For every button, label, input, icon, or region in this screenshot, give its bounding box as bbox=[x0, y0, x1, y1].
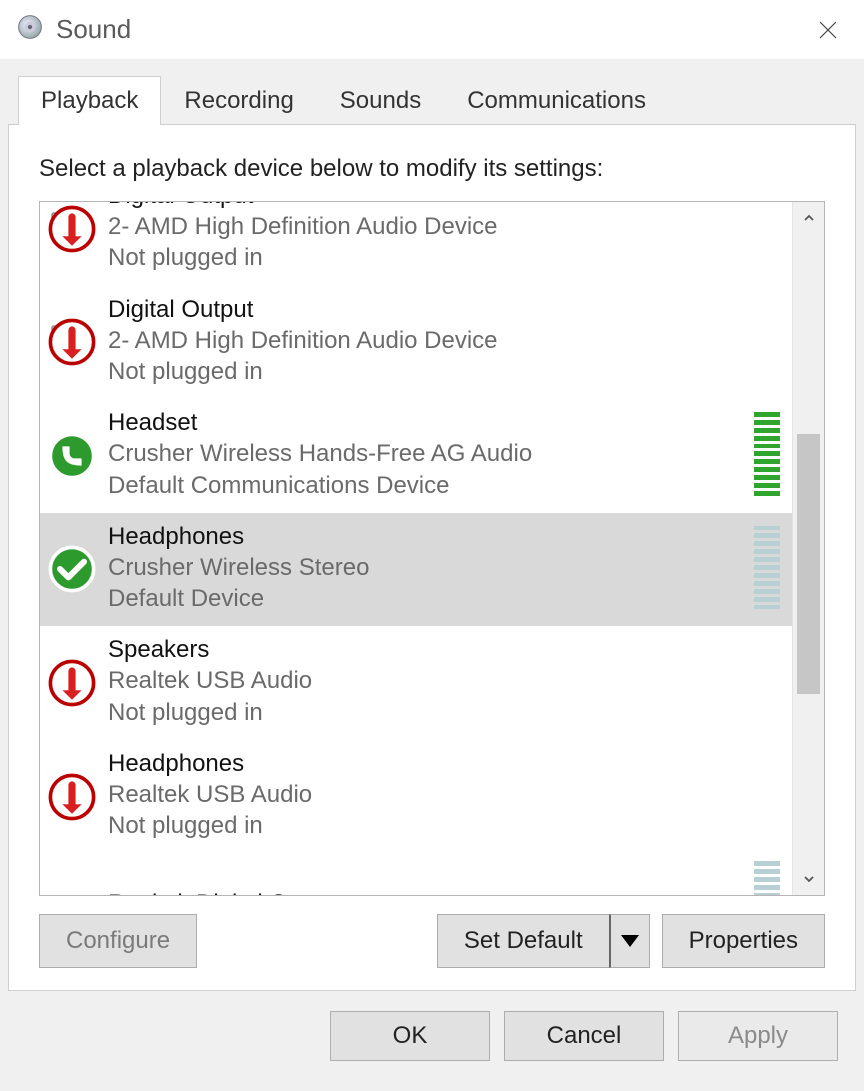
device-listbox: Digital Output 2- AMD High Definition Au… bbox=[39, 201, 825, 896]
instruction-text: Select a playback device below to modify… bbox=[39, 155, 825, 183]
button-label: Configure bbox=[66, 927, 170, 954]
action-row: Configure Set Default Properties bbox=[39, 914, 825, 968]
device-item[interactable]: Digital Output 2- AMD High Definition Au… bbox=[40, 286, 792, 400]
tab-recording[interactable]: Recording bbox=[161, 76, 316, 125]
device-name: Headset bbox=[108, 407, 740, 438]
device-subtitle: Crusher Wireless Hands-Free AG Audio bbox=[108, 438, 740, 469]
level-meter bbox=[754, 412, 780, 496]
status-badge-icon bbox=[48, 205, 96, 253]
device-status: Not plugged in bbox=[108, 242, 782, 273]
tab-sounds[interactable]: Sounds bbox=[317, 76, 444, 125]
level-meter bbox=[754, 525, 780, 609]
tab-communications[interactable]: Communications bbox=[444, 76, 669, 125]
device-subtitle: 2- AMD High Definition Audio Device bbox=[108, 325, 782, 356]
status-badge-icon bbox=[48, 318, 96, 366]
configure-button[interactable]: Configure bbox=[39, 914, 197, 968]
button-group-right: Set Default Properties bbox=[437, 914, 825, 968]
device-name: Digital Output bbox=[108, 202, 782, 211]
status-badge-icon bbox=[48, 659, 96, 707]
device-subtitle: Realtek USB Audio bbox=[108, 665, 782, 696]
device-subtitle: Crusher Wireless Stereo bbox=[108, 552, 740, 583]
headphones-grey-icon bbox=[46, 771, 94, 819]
device-text: Speakers Realtek USB Audio Not plugged i… bbox=[108, 634, 782, 728]
scrollbar[interactable] bbox=[792, 202, 824, 895]
device-name: Digital Output bbox=[108, 294, 782, 325]
level-meter bbox=[754, 861, 780, 895]
speaker-icon bbox=[46, 657, 94, 705]
scroll-thumb[interactable] bbox=[797, 434, 820, 694]
headset-icon bbox=[46, 430, 94, 478]
tab-label: Playback bbox=[41, 87, 138, 114]
tab-strip: Playback Recording Sounds Communications bbox=[8, 70, 856, 124]
chevron-down-icon bbox=[621, 935, 639, 947]
device-item[interactable]: Speakers Realtek USB Audio Not plugged i… bbox=[40, 626, 792, 740]
device-item[interactable]: Realtek Digital Output bbox=[40, 853, 792, 895]
window-title: Sound bbox=[56, 14, 131, 45]
device-text: Digital Output 2- AMD High Definition Au… bbox=[108, 294, 782, 388]
device-text: Headphones Crusher Wireless Stereo Defau… bbox=[108, 521, 740, 615]
device-status: Not plugged in bbox=[108, 697, 782, 728]
set-default-button[interactable]: Set Default bbox=[437, 914, 609, 968]
monitor-icon bbox=[46, 316, 94, 364]
tab-label: Sounds bbox=[340, 87, 421, 114]
scroll-track[interactable] bbox=[793, 234, 824, 863]
device-status: Not plugged in bbox=[108, 810, 782, 841]
device-item[interactable]: Digital Output 2- AMD High Definition Au… bbox=[40, 202, 792, 286]
titlebar: Sound bbox=[0, 0, 864, 60]
tab-label: Recording bbox=[184, 87, 293, 114]
scroll-up-button[interactable] bbox=[793, 202, 825, 234]
device-name: Speakers bbox=[108, 634, 782, 665]
device-subtitle: Realtek USB Audio bbox=[108, 779, 782, 810]
device-name: Headphones bbox=[108, 521, 740, 552]
set-default-split-button: Set Default bbox=[437, 914, 650, 968]
sound-dialog: Sound Playback Recording Sounds Communic… bbox=[0, 0, 864, 1091]
dialog-footer: OK Cancel Apply bbox=[8, 991, 856, 1081]
device-item[interactable]: Headset Crusher Wireless Hands-Free AG A… bbox=[40, 399, 792, 513]
outer-panel: Playback Recording Sounds Communications… bbox=[0, 60, 864, 1091]
device-text: Digital Output 2- AMD High Definition Au… bbox=[108, 202, 782, 274]
close-button[interactable] bbox=[808, 10, 848, 50]
device-status: Default Communications Device bbox=[108, 470, 740, 501]
device-item[interactable]: Headphones Realtek USB Audio Not plugged… bbox=[40, 740, 792, 854]
tab-playback[interactable]: Playback bbox=[18, 76, 161, 125]
ok-button[interactable]: OK bbox=[330, 1011, 490, 1061]
device-name: Headphones bbox=[108, 748, 782, 779]
device-status: Default Device bbox=[108, 583, 740, 614]
device-subtitle: 2- AMD High Definition Audio Device bbox=[108, 211, 782, 242]
device-scroll-viewport: Digital Output 2- AMD High Definition Au… bbox=[40, 202, 792, 895]
titlebar-left: Sound bbox=[16, 13, 131, 46]
button-label: Properties bbox=[689, 927, 798, 954]
cancel-button[interactable]: Cancel bbox=[504, 1011, 664, 1061]
monitor-icon bbox=[46, 203, 94, 251]
device-name: Realtek Digital Output bbox=[108, 888, 740, 895]
headphones-icon bbox=[46, 543, 94, 591]
tab-label: Communications bbox=[467, 87, 646, 114]
device-text: Realtek Digital Output bbox=[108, 888, 740, 895]
set-default-dropdown[interactable] bbox=[609, 914, 650, 968]
tab-body-playback: Select a playback device below to modify… bbox=[8, 124, 856, 991]
status-badge-icon bbox=[48, 545, 96, 593]
device-status: Not plugged in bbox=[108, 356, 782, 387]
sound-icon bbox=[16, 13, 44, 46]
button-label: Apply bbox=[728, 1022, 788, 1050]
button-label: Set Default bbox=[464, 927, 583, 954]
status-badge-icon bbox=[48, 773, 96, 821]
button-label: OK bbox=[393, 1022, 428, 1050]
apply-button[interactable]: Apply bbox=[678, 1011, 838, 1061]
device-text: Headset Crusher Wireless Hands-Free AG A… bbox=[108, 407, 740, 501]
scroll-down-button[interactable] bbox=[793, 863, 825, 895]
device-text: Headphones Realtek USB Audio Not plugged… bbox=[108, 748, 782, 842]
none-icon bbox=[46, 879, 94, 895]
properties-button[interactable]: Properties bbox=[662, 914, 825, 968]
device-item[interactable]: Headphones Crusher Wireless Stereo Defau… bbox=[40, 513, 792, 627]
button-label: Cancel bbox=[547, 1022, 622, 1050]
status-badge-icon bbox=[48, 432, 96, 480]
